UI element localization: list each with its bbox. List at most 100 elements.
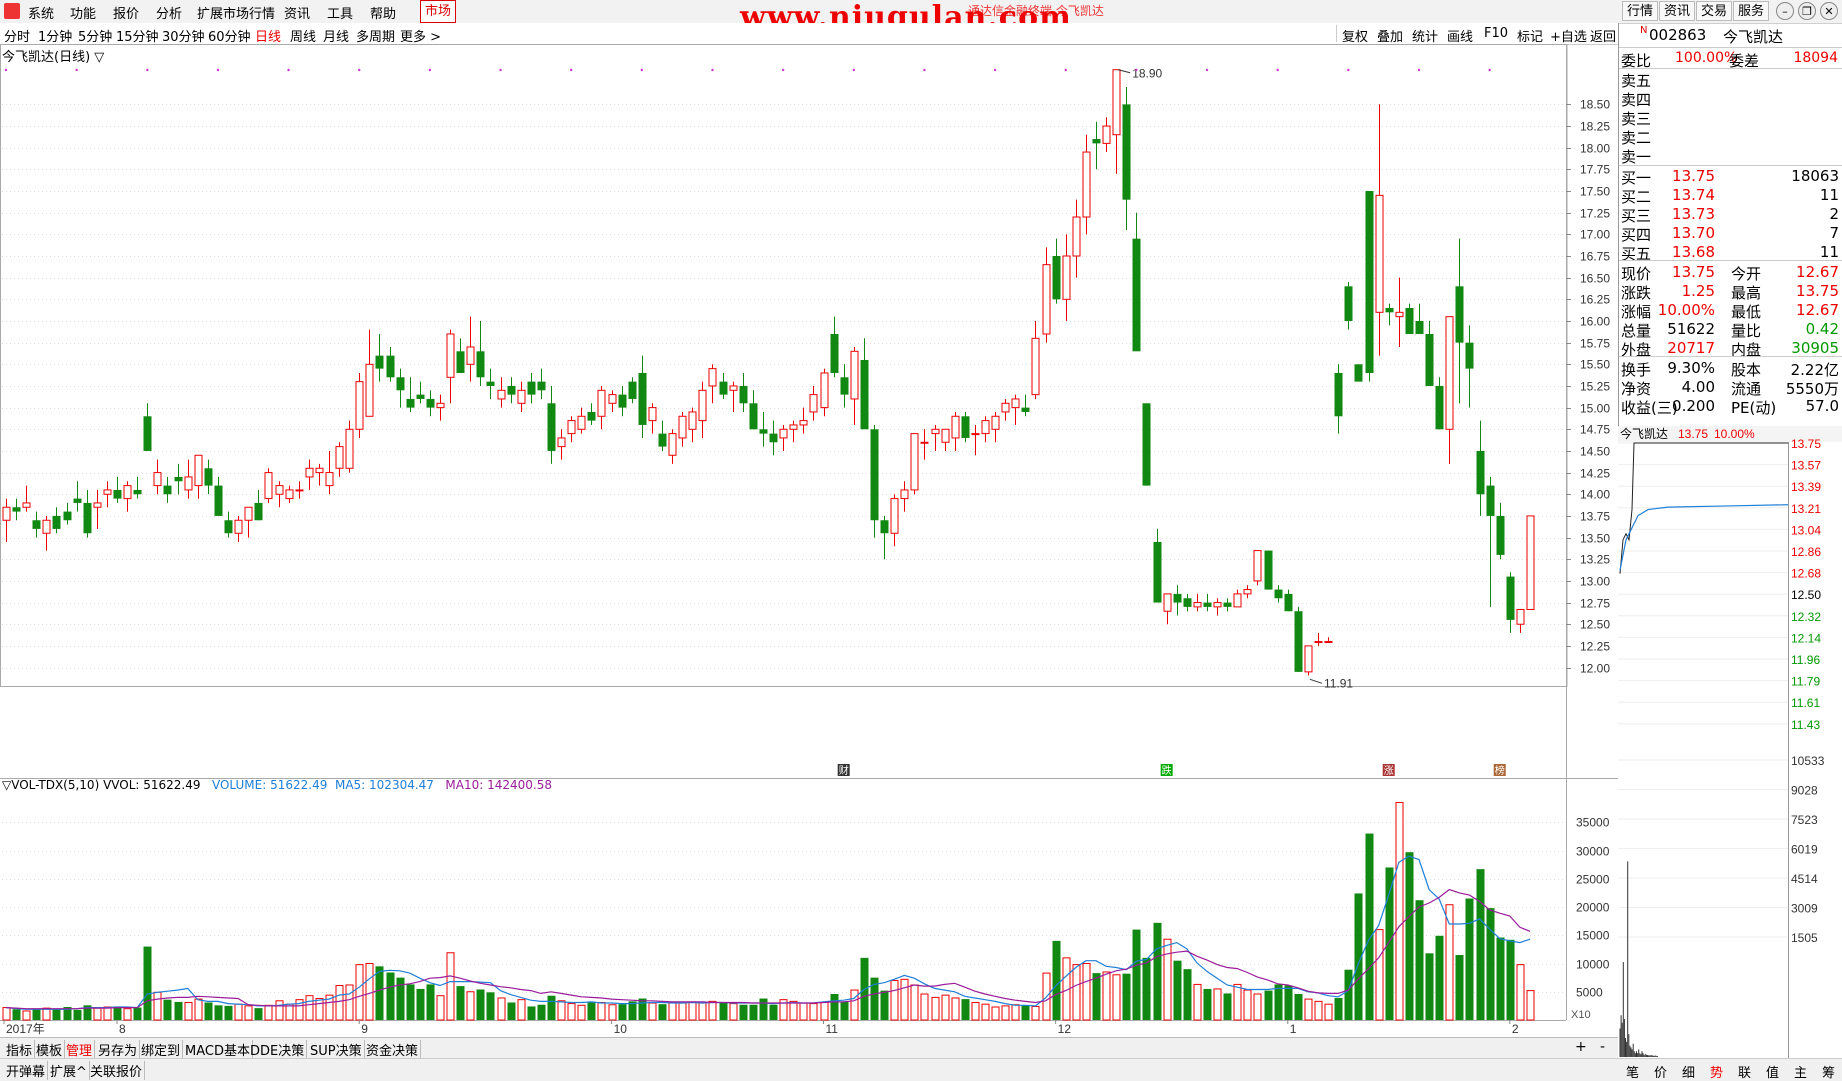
rtab-chips[interactable]: 筹 [1822, 1062, 1835, 1081]
volume-tick-label: 20000 [1576, 901, 1610, 915]
period-15min[interactable]: 15分钟 [116, 26, 159, 45]
period-5min[interactable]: 5分钟 [78, 26, 112, 45]
indicator-tabs: 指标 模板 管理 另存为 绑定到 MACD基本 DDE决策 SUP决策 资金决策… [0, 1037, 1618, 1059]
menu-info[interactable]: 资讯 [284, 3, 310, 22]
rtab-value[interactable]: 值 [1766, 1062, 1779, 1081]
draw-button[interactable]: 画线 [1447, 26, 1473, 45]
close-icon[interactable]: ✕ [1820, 2, 1838, 20]
tab-fund[interactable]: 资金决策 [364, 1040, 422, 1059]
candle-body [1142, 403, 1151, 486]
time-tick-label: 10 [614, 1022, 628, 1036]
rtab-trend[interactable]: 势 [1710, 1062, 1723, 1081]
candle [153, 459, 162, 495]
volume-bar [234, 1003, 243, 1021]
period-tick[interactable]: 分时 [4, 26, 30, 45]
menu-system[interactable]: 系统 [28, 3, 54, 22]
zoom-in-button[interactable]: + [1575, 1039, 1587, 1055]
f10-button[interactable]: F10 [1484, 26, 1508, 41]
tab-sup[interactable]: SUP决策 [308, 1040, 365, 1059]
rtab-main[interactable]: 主 [1794, 1062, 1807, 1081]
candle-body [1455, 286, 1464, 343]
info-dot [923, 68, 926, 72]
info-dot [1488, 68, 1491, 72]
info-button[interactable]: 资讯 [1659, 1, 1695, 21]
period-multi[interactable]: 多周期 [356, 26, 395, 45]
candle [1354, 364, 1363, 382]
candle-body [73, 498, 82, 503]
zoom-out-button[interactable]: - [1600, 1039, 1605, 1055]
minimize-icon[interactable]: – [1776, 2, 1794, 20]
tab-bind-to[interactable]: 绑定到 [139, 1040, 184, 1059]
menu-function[interactable]: 功能 [70, 3, 96, 22]
tab-save-as[interactable]: 另存为 [96, 1040, 141, 1059]
period-30min[interactable]: 30分钟 [162, 26, 205, 45]
candle-body [597, 389, 606, 417]
candle-body [305, 467, 314, 478]
candle [1385, 303, 1394, 326]
tab-macd[interactable]: MACD基本 [183, 1040, 253, 1059]
rtab-bi[interactable]: 笔 [1626, 1062, 1639, 1081]
tab-related-quote[interactable]: 关联报价 [88, 1061, 146, 1080]
rtab-detail[interactable]: 细 [1682, 1062, 1695, 1081]
add-watchlist-button[interactable]: +自选 [1550, 26, 1587, 45]
candle [1405, 303, 1414, 334]
tab-dde[interactable]: DDE决策 [248, 1040, 308, 1059]
period-60min[interactable]: 60分钟 [208, 26, 251, 45]
tab-extend[interactable]: 扩展^ [48, 1061, 90, 1080]
period-1min[interactable]: 1分钟 [38, 26, 72, 45]
candle [365, 329, 374, 417]
kline-chart[interactable]: 18.50 18.25 18.00 17.75 17.50 17.25 17.00 16.75… [0, 44, 1618, 1037]
quote-button[interactable]: 行情 [1622, 1, 1658, 21]
candle-body [1203, 602, 1212, 607]
overlay-button[interactable]: 叠加 [1377, 26, 1403, 45]
candle-body [870, 429, 879, 521]
trade-button[interactable]: 交易 [1696, 1, 1732, 21]
mini-volume-tick: 7523 [1791, 813, 1818, 827]
stats-button[interactable]: 统计 [1412, 26, 1438, 45]
mini-volume-tick: 1505 [1791, 931, 1818, 945]
candle [375, 333, 384, 382]
tab-manage[interactable]: 管理 [64, 1040, 96, 1059]
price-tick-label: 16.75 [1580, 250, 1610, 264]
candle-body [133, 489, 142, 495]
period-monthly[interactable]: 月线 [323, 26, 349, 45]
candle [1092, 121, 1101, 170]
candle [910, 433, 919, 495]
rtab-price[interactable]: 价 [1654, 1062, 1667, 1081]
mark-button[interactable]: 标记 [1517, 26, 1543, 45]
menu-tools[interactable]: 工具 [327, 3, 353, 22]
restore-icon[interactable]: ❐ [1798, 2, 1816, 20]
tab-indicator[interactable]: 指标 [4, 1040, 36, 1059]
candle-body [1112, 69, 1121, 136]
menu-quote[interactable]: 报价 [113, 3, 139, 22]
menu-help[interactable]: 帮助 [370, 3, 396, 22]
stat-label: 现价 [1621, 265, 1652, 283]
volume-bar [335, 985, 344, 1021]
rtab-link[interactable]: 联 [1738, 1062, 1751, 1081]
candle [870, 424, 879, 538]
candle [789, 420, 798, 443]
period-more[interactable]: 更多 > [400, 26, 441, 45]
volume-bar [688, 1001, 697, 1021]
menu-extended-market[interactable]: 扩展市场行情 [197, 3, 275, 22]
volume-bar [547, 995, 556, 1020]
back-button[interactable]: 返回 [1590, 26, 1616, 45]
menu-analysis[interactable]: 分析 [156, 3, 182, 22]
service-button[interactable]: 服务 [1733, 1, 1769, 21]
volume-bar [1102, 971, 1111, 1021]
candle [406, 377, 415, 412]
fundamental-value: 0.200 [1672, 397, 1715, 415]
period-weekly[interactable]: 周线 [290, 26, 316, 45]
candle-body [779, 428, 788, 439]
candle [1314, 632, 1323, 646]
bid-volume: 7 [1829, 224, 1839, 242]
stat-label: 总量 [1621, 322, 1652, 340]
volume-bar [1233, 983, 1242, 1021]
period-daily[interactable]: 日线 [255, 26, 281, 45]
tab-danmaku[interactable]: 开弹幕 [4, 1061, 49, 1080]
tab-template[interactable]: 模板 [34, 1040, 66, 1059]
adjust-button[interactable]: 复权 [1342, 26, 1368, 45]
market-button[interactable]: 市场 [420, 0, 456, 23]
event-marker-label: 跌 [1162, 764, 1172, 777]
intraday-mini-chart[interactable]: 今飞凯达 13.75 10.00% 13.75 13.57 13.39 13.21 13.04… [1618, 426, 1842, 1058]
